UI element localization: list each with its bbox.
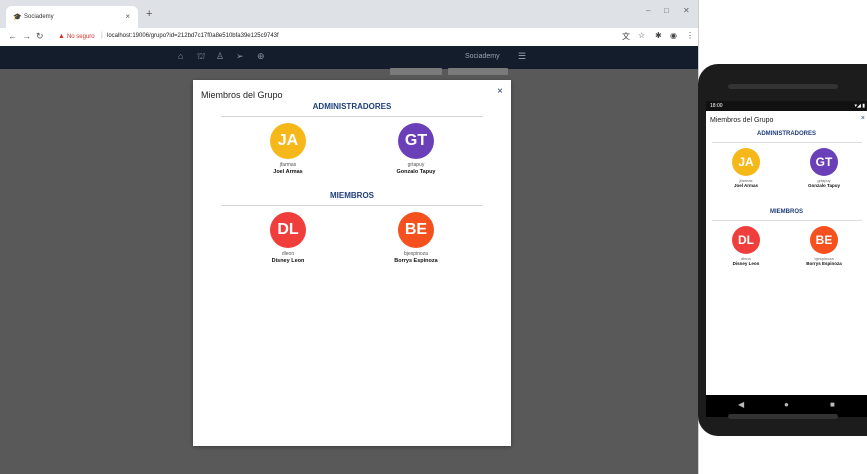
background-button [390, 68, 442, 75]
close-icon[interactable]: × [497, 86, 503, 97]
admins-heading: ADMINISTRADORES [312, 102, 392, 111]
avatar: JA [732, 148, 760, 176]
modal-title: Miembros del Grupo [201, 90, 283, 100]
bookmark-star-icon[interactable]: ☆ [638, 31, 645, 40]
avatar: GT [398, 123, 434, 159]
back-icon[interactable]: ◀ [738, 400, 744, 409]
maximize-button[interactable]: □ [664, 6, 669, 15]
member-card[interactable]: GT grtapuy Gonzalo Tapuy [794, 148, 854, 188]
member-name: Borrys Espinoza [394, 258, 438, 264]
member-card[interactable]: DL dleon Disney Leon [238, 212, 338, 264]
new-tab-button[interactable]: + [146, 8, 152, 20]
tab-title: Sociademy [24, 14, 54, 20]
member-username: jfarmas [279, 162, 297, 168]
member-name: Disney Leon [271, 258, 305, 264]
minimize-button[interactable]: – [646, 6, 650, 15]
member-card[interactable]: BE bjespinoza Borrys Espinoza [366, 212, 466, 264]
home-icon[interactable]: ● [784, 400, 789, 409]
status-time: 18:00 [710, 103, 723, 109]
reload-icon[interactable]: ↻ [36, 31, 44, 42]
warning-icon: ▲ [58, 33, 65, 40]
divider [712, 142, 862, 143]
menu-icon[interactable]: ☰ [518, 51, 526, 62]
url-separator: | [101, 32, 103, 39]
security-indicator[interactable]: ▲ No seguro [58, 33, 95, 40]
member-username: grtapuy [407, 162, 425, 168]
app-brand[interactable]: Sociademy [465, 53, 500, 60]
member-name: Disney Leon [732, 261, 760, 266]
avatar: BE [810, 226, 838, 254]
graduation-cap-icon: 🎓 [13, 14, 22, 21]
phone-speaker [728, 84, 838, 89]
avatar: JA [270, 123, 306, 159]
phone-screen: 18:00 ▾◢ ▮ Miembros del Grupo × ADMINIST… [706, 101, 867, 395]
security-label: No seguro [66, 34, 95, 40]
phone-speaker [728, 414, 838, 419]
background-button [448, 68, 508, 75]
person-icon[interactable]: ♙ [216, 51, 224, 62]
member-card[interactable]: JA jfarmas Joel Armas [238, 123, 338, 175]
member-card[interactable]: DL dleon Disney Leon [716, 226, 776, 266]
avatar: GT [810, 148, 838, 176]
divider [712, 220, 862, 221]
close-icon[interactable]: × [861, 115, 865, 122]
member-name: Joel Armas [733, 183, 759, 188]
profile-icon[interactable]: ◉ [670, 31, 677, 40]
close-window-button[interactable]: ✕ [683, 6, 690, 15]
status-bar: 18:00 ▾◢ ▮ [706, 101, 867, 111]
extensions-icon[interactable]: ✱ [655, 31, 662, 40]
member-name: Gonzalo Tapuy [808, 183, 840, 188]
home-icon[interactable]: ⌂ [178, 51, 183, 61]
admins-heading: ADMINISTRADORES [756, 131, 816, 137]
recents-icon[interactable]: ■ [830, 400, 835, 409]
modal-title: Miembros del Grupo [710, 117, 774, 124]
more-options-icon[interactable]: ⋮ [686, 31, 694, 40]
send-icon[interactable]: ➢ [236, 51, 244, 62]
avatar: DL [732, 226, 760, 254]
members-heading: MIEMBROS [770, 209, 803, 215]
member-username: dleon [281, 251, 295, 257]
status-icons: ▾◢ ▮ [854, 103, 866, 109]
avatar: BE [398, 212, 434, 248]
member-name: Borrys Espinoza [806, 261, 842, 266]
member-username: bjespinoza [404, 251, 428, 257]
browser-toolbar: ← → ↻ ▲ No seguro | localhost:19006/grupo… [0, 28, 698, 47]
group-members-modal: Miembros del Grupo × ADMINISTRADORES JA … [193, 80, 511, 446]
member-name: Joel Armas [273, 169, 303, 175]
browser-tab[interactable]: 🎓 Sociademy × [6, 6, 138, 28]
divider [221, 205, 483, 206]
tab-close-icon[interactable]: × [125, 12, 130, 21]
members-heading: MIEMBROS [330, 191, 374, 200]
phone-device: 18:00 ▾◢ ▮ Miembros del Grupo × ADMINIST… [698, 64, 867, 436]
tab-strip: 🎓 Sociademy × + – □ ✕ [0, 0, 698, 28]
app-navbar: ⌂ ⛫ ♙ ➢ ⊕ Sociademy ☰ [0, 46, 698, 69]
institution-icon[interactable]: ⛫ [197, 51, 205, 63]
member-card[interactable]: JA jfarmas Joel Armas [716, 148, 776, 188]
globe-icon[interactable]: ⊕ [257, 51, 265, 62]
avatar: DL [270, 212, 306, 248]
back-icon[interactable]: ← [8, 31, 17, 41]
forward-icon[interactable]: → [22, 31, 31, 41]
member-card[interactable]: GT grtapuy Gonzalo Tapuy [366, 123, 466, 175]
browser-window: 🎓 Sociademy × + – □ ✕ ← → ↻ ▲ No seguro |… [0, 0, 698, 474]
member-card[interactable]: BE bjespinoza Borrys Espinoza [794, 226, 854, 266]
member-name: Gonzalo Tapuy [396, 169, 436, 175]
address-bar[interactable]: localhost:19006/grupo?id=212bd7c17f0a8e5… [107, 33, 279, 39]
divider [221, 116, 483, 117]
translate-icon[interactable]: 文 [622, 31, 630, 42]
